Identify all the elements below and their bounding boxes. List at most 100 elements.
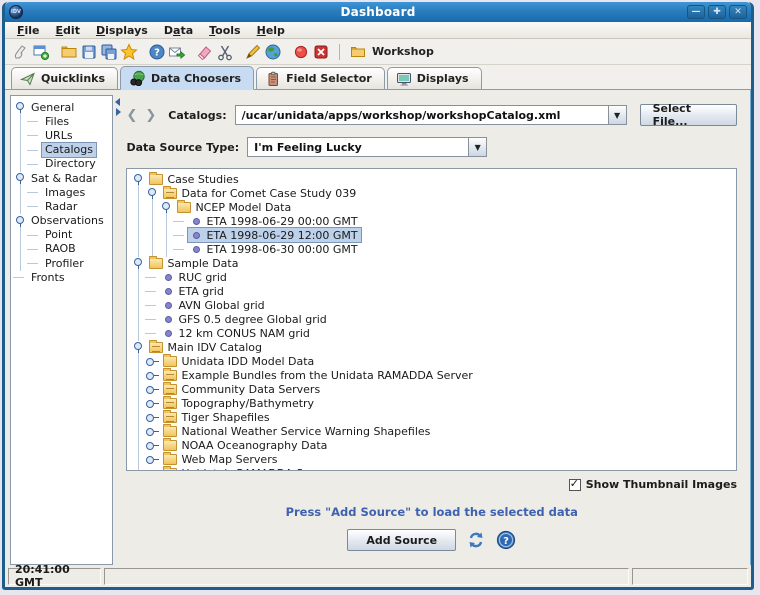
- tree-item[interactable]: Sample Data: [131, 256, 734, 270]
- select-file-button[interactable]: Select File...: [640, 104, 737, 126]
- minimize-button[interactable]: —: [687, 5, 705, 19]
- tree-item[interactable]: 12 km CONUS NAM grid: [131, 326, 734, 340]
- tab-quicklinks[interactable]: Quicklinks: [11, 67, 118, 89]
- tree-item-content[interactable]: General: [28, 100, 77, 114]
- save-icon[interactable]: [79, 43, 99, 61]
- menu-edit[interactable]: Edit: [48, 23, 88, 38]
- tree-item-content[interactable]: Images: [42, 185, 88, 199]
- tree-item-content[interactable]: Topography/Bathymetry: [160, 396, 317, 410]
- tree-item[interactable]: NOAA Oceanography Data: [131, 438, 734, 452]
- tree-item[interactable]: URLs: [13, 128, 112, 142]
- edit-icon[interactable]: [243, 43, 263, 61]
- title-bar[interactable]: IDV Dashboard — ✚ ✕: [5, 2, 751, 22]
- tree-item-content[interactable]: Example Bundles from the Unidata RAMADDA…: [160, 368, 475, 382]
- collapse-left-icon[interactable]: [115, 98, 120, 106]
- tree-item[interactable]: RUC grid: [131, 270, 734, 284]
- tree-expander-icon[interactable]: [13, 214, 28, 228]
- maximize-button[interactable]: ✚: [708, 5, 726, 19]
- tree-expander-icon[interactable]: [145, 466, 160, 471]
- tree-expander-icon[interactable]: [145, 396, 160, 410]
- tree-expander-icon[interactable]: [145, 424, 160, 438]
- history-forward-icon[interactable]: ❯: [145, 108, 158, 123]
- open-file-icon[interactable]: [59, 43, 79, 61]
- tree-item[interactable]: Web Map Servers: [131, 452, 734, 466]
- tree-item-content[interactable]: Point: [42, 228, 75, 242]
- tree-item[interactable]: Unidata IDD Model Data: [131, 354, 734, 368]
- splitpane-divider[interactable]: [113, 95, 122, 565]
- globe-icon[interactable]: [263, 43, 283, 61]
- tree-item-content[interactable]: Community Data Servers: [160, 382, 323, 396]
- tree-item[interactable]: Profiler: [13, 256, 112, 270]
- tree-item[interactable]: ETA 1998-06-30 00:00 GMT: [131, 242, 734, 256]
- tab-displays[interactable]: Displays: [387, 67, 482, 89]
- tree-item-content[interactable]: Observations: [28, 214, 107, 228]
- refresh-icon[interactable]: [466, 530, 486, 550]
- add-source-button[interactable]: Add Source: [347, 529, 456, 551]
- tree-item-content[interactable]: Files: [42, 114, 72, 128]
- tab-data-choosers[interactable]: Data Choosers: [120, 66, 254, 90]
- tree-item[interactable]: Fronts: [13, 270, 112, 284]
- tree-item-content[interactable]: Web Map Servers: [160, 452, 280, 466]
- save-as-icon[interactable]: [99, 43, 119, 61]
- tree-item[interactable]: Topography/Bathymetry: [131, 396, 734, 410]
- record-icon[interactable]: [291, 43, 311, 61]
- tree-expander-icon[interactable]: [131, 340, 146, 354]
- menu-tools[interactable]: Tools: [201, 23, 248, 38]
- tree-item[interactable]: Directory: [13, 157, 112, 171]
- tree-expander-icon[interactable]: [145, 452, 160, 466]
- tree-item-content[interactable]: Tiger Shapefiles: [160, 410, 272, 424]
- tree-expander-icon[interactable]: [131, 172, 146, 186]
- tree-item-content[interactable]: Directory: [42, 157, 99, 171]
- eraser-icon[interactable]: [195, 43, 215, 61]
- tree-item-content[interactable]: GFS 0.5 degree Global grid: [160, 312, 329, 326]
- tree-item-content[interactable]: Fronts: [28, 270, 68, 284]
- tree-item-content[interactable]: Unidata IDD Model Data: [160, 354, 317, 368]
- tree-item[interactable]: Community Data Servers: [131, 382, 734, 396]
- data-source-type-combobox[interactable]: I'm Feeling Lucky ▼: [247, 137, 487, 157]
- tree-item-content[interactable]: Sat & Radar: [28, 171, 100, 185]
- tree-expander-icon[interactable]: [145, 354, 160, 368]
- new-window-icon[interactable]: [31, 43, 51, 61]
- menu-data[interactable]: Data: [156, 23, 201, 38]
- tree-item-content[interactable]: Data for Comet Case Study 039: [160, 186, 359, 200]
- tree-item[interactable]: Catalogs: [13, 143, 112, 157]
- tree-item-selected[interactable]: Catalogs: [42, 143, 96, 157]
- tree-expander-icon[interactable]: [131, 256, 146, 270]
- tree-item-content[interactable]: Sample Data: [146, 256, 241, 270]
- tree-item-content[interactable]: Case Studies: [146, 172, 241, 186]
- catalog-value[interactable]: /ucar/unidata/apps/workshop/workshopCata…: [236, 106, 608, 124]
- tree-item[interactable]: Main IDV Catalog: [131, 340, 734, 354]
- tree-item[interactable]: RAOB: [13, 242, 112, 256]
- tree-item-content[interactable]: 12 km CONUS NAM grid: [160, 326, 312, 340]
- collapse-right-icon[interactable]: [116, 108, 121, 116]
- tree-expander-icon[interactable]: [145, 410, 160, 424]
- tree-expander-icon[interactable]: [13, 171, 28, 185]
- history-back-icon[interactable]: ❮: [126, 108, 139, 123]
- close-button[interactable]: ✕: [729, 5, 747, 19]
- tree-item-content[interactable]: National Weather Service Warning Shapefi…: [160, 424, 433, 438]
- tree-item-selected[interactable]: ETA 1998-06-29 12:00 GMT: [188, 228, 360, 242]
- tree-item[interactable]: Observations: [13, 214, 112, 228]
- tree-item[interactable]: Images: [13, 185, 112, 199]
- tree-expander-icon[interactable]: [145, 438, 160, 452]
- tree-item[interactable]: Radar: [13, 199, 112, 213]
- tree-item[interactable]: ETA 1998-06-29 12:00 GMT: [131, 228, 734, 242]
- tree-item-content[interactable]: ETA 1998-06-29 00:00 GMT: [188, 214, 360, 228]
- tree-expander-icon[interactable]: [145, 186, 160, 200]
- tree-expander-icon[interactable]: [159, 200, 174, 214]
- tree-item[interactable]: Point: [13, 228, 112, 242]
- cut-icon[interactable]: [215, 43, 235, 61]
- data-source-type-dropdown-icon[interactable]: ▼: [468, 138, 486, 156]
- tree-item-content[interactable]: RUC grid: [160, 270, 229, 284]
- catalog-dropdown-icon[interactable]: ▼: [608, 106, 626, 124]
- tree-item[interactable]: ETA 1998-06-29 00:00 GMT: [131, 214, 734, 228]
- tree-item[interactable]: Files: [13, 114, 112, 128]
- tree-item[interactable]: Unidata's RAMADDA Server: [131, 466, 734, 471]
- tree-item[interactable]: ETA grid: [131, 284, 734, 298]
- tree-item[interactable]: Example Bundles from the Unidata RAMADDA…: [131, 368, 734, 382]
- tree-item[interactable]: National Weather Service Warning Shapefi…: [131, 424, 734, 438]
- catalog-combobox[interactable]: /ucar/unidata/apps/workshop/workshopCata…: [235, 105, 627, 125]
- tree-expander-icon[interactable]: [13, 100, 28, 114]
- tree-item-content[interactable]: RAOB: [42, 242, 79, 256]
- menu-displays[interactable]: Displays: [88, 23, 156, 38]
